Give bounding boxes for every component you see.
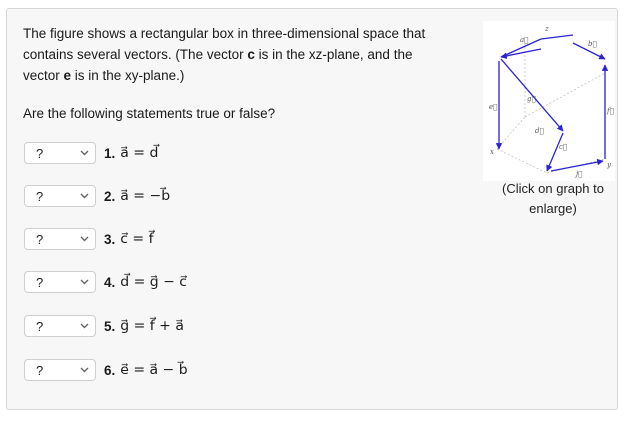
chevron-down-icon [79, 191, 89, 201]
statement-row-2: ? 2. a⃗ = −b⃗ [24, 184, 170, 208]
vector-e-label: e [63, 68, 72, 83]
vector-box-figure[interactable]: a⃗ b⃗ e⃗ g⃗ d⃗ c⃗ j⃗ f⃗ z x y [483, 21, 615, 181]
label-x: x [490, 148, 494, 156]
answer-select-4[interactable]: ? [24, 271, 96, 293]
statement-2-expression: a⃗ = −b⃗ [120, 188, 171, 204]
statement-row-1: ? 1. a⃗ = d⃗ [24, 141, 158, 165]
chevron-down-icon [79, 277, 89, 287]
answer-select-3[interactable]: ? [24, 228, 96, 250]
answer-select-6[interactable]: ? [24, 359, 96, 381]
chevron-down-icon [79, 365, 89, 375]
statement-1-number: 1. [104, 145, 116, 161]
vector-a [500, 48, 542, 60]
label-f: f⃗ [606, 107, 614, 115]
statement-6-number: 6. [104, 362, 116, 378]
label-a: a⃗ [520, 36, 528, 44]
label-c: c⃗ [559, 143, 567, 151]
statement-4-number: 4. [104, 274, 116, 290]
label-j: j⃗ [574, 170, 582, 178]
figure-labels: a⃗ b⃗ e⃗ g⃗ d⃗ c⃗ j⃗ f⃗ z x y [489, 25, 614, 178]
label-b: b⃗ [588, 40, 597, 48]
question-line-2-start: contains several vectors. (The vector [23, 47, 248, 62]
statement-5-number: 5. [104, 318, 116, 334]
figure-caption[interactable]: (Click on graph to enlarge) [485, 179, 621, 219]
vector-box-diagram: a⃗ b⃗ e⃗ g⃗ d⃗ c⃗ j⃗ f⃗ z x y [489, 25, 614, 178]
answer-select-1[interactable]: ? [24, 142, 96, 164]
question-line-3: vector e is in the xy-plane.) [23, 65, 463, 86]
statement-5: 5. g⃗ = f⃗ + a⃗ [104, 318, 184, 334]
label-g: g⃗ [527, 95, 536, 103]
vectors [495, 34, 609, 172]
question-line-2-end: is in the xz-plane, and the [254, 47, 413, 62]
answer-select-6-value: ? [36, 362, 44, 378]
answer-select-2[interactable]: ? [24, 185, 96, 207]
box-hidden-edges [496, 41, 606, 174]
question-text: The figure shows a rectangular box in th… [23, 23, 463, 86]
answer-select-1-value: ? [36, 145, 44, 161]
vector-c-label: c [247, 47, 255, 62]
statement-row-5: ? 5. g⃗ = f⃗ + a⃗ [24, 314, 184, 338]
statement-1-expression: a⃗ = d⃗ [120, 145, 159, 161]
question-line-3-start: vector [23, 68, 64, 83]
answer-select-5-value: ? [36, 318, 44, 334]
statement-3-expression: c⃗ = f⃗ [120, 231, 154, 247]
answer-select-2-value: ? [36, 188, 44, 204]
answer-select-5[interactable]: ? [24, 315, 96, 337]
label-y: y [606, 161, 612, 169]
statement-4-expression: d⃗ = g⃗ − c⃗ [120, 274, 187, 290]
statement-3: 3. c⃗ = f⃗ [104, 231, 154, 247]
statement-6-expression: e⃗ = a⃗ − b⃗ [120, 362, 188, 378]
statement-1: 1. a⃗ = d⃗ [104, 145, 158, 161]
statement-row-3: ? 3. c⃗ = f⃗ [24, 227, 154, 251]
statement-2: 2. a⃗ = −b⃗ [104, 188, 170, 204]
statement-row-6: ? 6. e⃗ = a⃗ − b⃗ [24, 358, 188, 382]
statement-2-number: 2. [104, 188, 116, 204]
statement-row-4: ? 4. d⃗ = g⃗ − c⃗ [24, 270, 187, 294]
chevron-down-icon [79, 148, 89, 158]
statement-6: 6. e⃗ = a⃗ − b⃗ [104, 362, 188, 378]
statement-5-expression: g⃗ = f⃗ + a⃗ [120, 318, 184, 334]
question-line-3-end: is in the xy-plane.) [71, 68, 185, 83]
vector-c [546, 132, 564, 172]
chevron-down-icon [79, 321, 89, 331]
question-panel: The figure shows a rectangular box in th… [6, 8, 618, 410]
statement-3-number: 3. [104, 231, 116, 247]
question-line-1: The figure shows a rectangular box in th… [23, 26, 426, 41]
label-d: d⃗ [535, 127, 544, 135]
answer-select-4-value: ? [36, 274, 44, 290]
label-z: z [544, 25, 549, 33]
label-e: e⃗ [489, 103, 497, 111]
statement-4: 4. d⃗ = g⃗ − c⃗ [104, 274, 187, 290]
prompt-text: Are the following statements true or fal… [23, 106, 276, 121]
question-line-2: contains several vectors. (The vector c … [23, 44, 463, 65]
answer-select-3-value: ? [36, 231, 44, 247]
chevron-down-icon [79, 234, 89, 244]
box-top-edge [540, 34, 574, 40]
